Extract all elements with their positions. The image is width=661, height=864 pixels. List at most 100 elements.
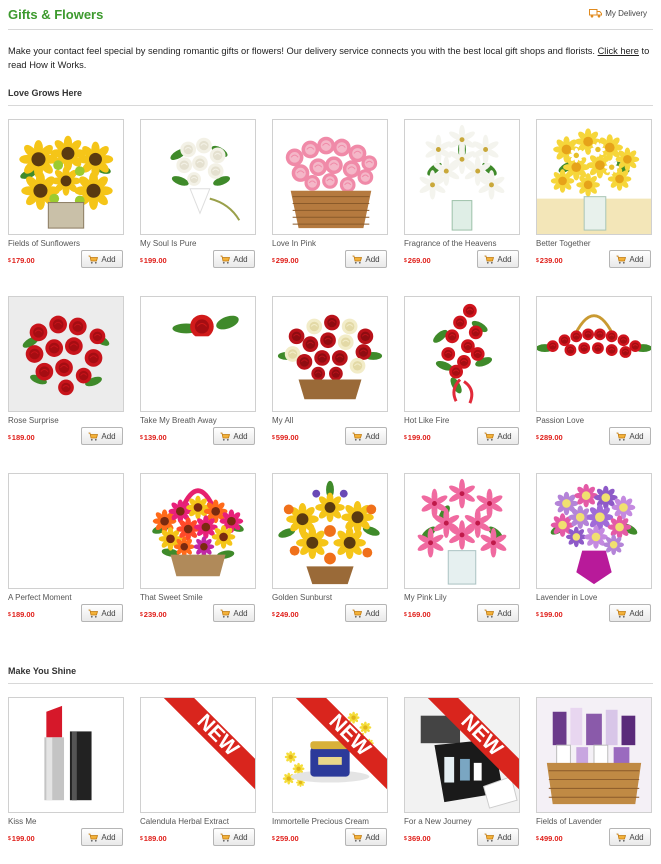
product-price: $269.00 <box>404 256 431 265</box>
product-image[interactable] <box>8 697 124 813</box>
product-name[interactable]: Passion Love <box>536 416 584 425</box>
product-card[interactable]: Fields of Sunflowers $179.00 Add <box>8 119 124 279</box>
red-rose-handle-basket-image <box>537 314 651 411</box>
add-button-label: Add <box>233 832 248 842</box>
product-name[interactable]: Fields of Sunflowers <box>8 239 80 248</box>
add-to-cart-button[interactable]: Add <box>477 250 519 268</box>
product-card[interactable]: NEW Calendula Herbal Extract $189.00 Add <box>140 697 256 857</box>
product-image[interactable]: NEW <box>140 697 256 813</box>
product-image[interactable] <box>140 296 256 412</box>
add-to-cart-button[interactable]: Add <box>81 427 123 445</box>
my-delivery-link[interactable]: My Delivery <box>589 9 647 18</box>
product-image[interactable] <box>536 296 652 412</box>
product-card[interactable]: Kiss Me $199.00 Add <box>8 697 124 857</box>
product-price: $189.00 <box>8 610 35 619</box>
product-image[interactable] <box>272 473 388 589</box>
add-to-cart-button[interactable]: Add <box>609 604 651 622</box>
product-name[interactable]: My All <box>272 416 293 425</box>
product-card[interactable]: Passion Love $289.00 Add <box>536 296 652 456</box>
product-name[interactable]: Love In Pink <box>272 239 316 248</box>
price-amount: 289.00 <box>539 433 563 442</box>
add-button-label: Add <box>101 254 116 264</box>
add-to-cart-button[interactable]: Add <box>213 250 255 268</box>
product-card[interactable]: Rose Surprise $189.00 Add <box>8 296 124 456</box>
add-to-cart-button[interactable]: Add <box>213 427 255 445</box>
white-rose-bouquet-image <box>170 137 241 221</box>
product-name[interactable]: Lavender in Love <box>536 593 597 602</box>
add-to-cart-button[interactable]: Add <box>345 828 387 846</box>
how-it-works-link[interactable]: Click here <box>598 46 639 56</box>
add-to-cart-button[interactable]: Add <box>81 828 123 846</box>
cart-icon <box>220 432 231 441</box>
product-name[interactable]: Calendula Herbal Extract <box>140 817 229 826</box>
product-card[interactable]: My All $599.00 Add <box>272 296 388 456</box>
add-to-cart-button[interactable]: Add <box>477 604 519 622</box>
add-to-cart-button[interactable]: Add <box>345 250 387 268</box>
product-name[interactable]: For a New Journey <box>404 817 472 826</box>
add-to-cart-button[interactable]: Add <box>213 604 255 622</box>
add-to-cart-button[interactable]: Add <box>477 427 519 445</box>
product-card[interactable]: Take My Breath Away $139.00 Add <box>140 296 256 456</box>
product-name[interactable]: That Sweet Smile <box>140 593 203 602</box>
product-image[interactable] <box>8 473 124 589</box>
product-image[interactable] <box>8 119 124 235</box>
product-image[interactable] <box>404 473 520 589</box>
product-card[interactable]: Hot Like Fire $199.00 Add <box>404 296 520 456</box>
add-to-cart-button[interactable]: Add <box>477 828 519 846</box>
product-image[interactable] <box>536 473 652 589</box>
product-image[interactable]: NEW <box>404 697 520 813</box>
product-image[interactable] <box>140 473 256 589</box>
product-image[interactable] <box>536 697 652 813</box>
product-card[interactable]: A Perfect Moment $189.00 Add <box>8 473 124 633</box>
add-button-label: Add <box>233 608 248 618</box>
add-to-cart-button[interactable]: Add <box>345 427 387 445</box>
product-card[interactable]: NEW For a New Journey $369.00 Add <box>404 697 520 857</box>
product-card[interactable]: Fragrance of the Heavens $269.00 Add <box>404 119 520 279</box>
product-name[interactable]: Fragrance of the Heavens <box>404 239 497 248</box>
product-name[interactable]: Better Together <box>536 239 591 248</box>
product-card[interactable]: NEW Immortelle Precious Cream $259.00 Add <box>272 697 388 857</box>
add-to-cart-button[interactable]: Add <box>609 250 651 268</box>
product-image[interactable] <box>140 119 256 235</box>
currency-symbol: $ <box>8 435 11 441</box>
cart-icon <box>616 833 627 842</box>
product-card[interactable]: Better Together $239.00 Add <box>536 119 652 279</box>
product-image[interactable] <box>272 296 388 412</box>
product-card[interactable]: Lavender in Love $199.00 Add <box>536 473 652 633</box>
product-image[interactable] <box>536 119 652 235</box>
product-name[interactable]: My Soul Is Pure <box>140 239 196 248</box>
product-name[interactable]: Take My Breath Away <box>140 416 217 425</box>
add-to-cart-button[interactable]: Add <box>345 604 387 622</box>
product-name[interactable]: Golden Sunburst <box>272 593 332 602</box>
price-amount: 249.00 <box>275 610 299 619</box>
add-to-cart-button[interactable]: Add <box>81 604 123 622</box>
product-card[interactable]: Fields of Lavender $499.00 Add <box>536 697 652 857</box>
product-image[interactable] <box>272 119 388 235</box>
cart-icon <box>88 432 99 441</box>
product-name[interactable]: Immortelle Precious Cream <box>272 817 369 826</box>
add-to-cart-button[interactable]: Add <box>81 250 123 268</box>
add-button-label: Add <box>497 832 512 842</box>
product-name[interactable]: Fields of Lavender <box>536 817 602 826</box>
cart-icon <box>220 833 231 842</box>
product-image[interactable] <box>404 119 520 235</box>
product-card[interactable]: Love In Pink $299.00 Add <box>272 119 388 279</box>
add-to-cart-button[interactable]: Add <box>213 828 255 846</box>
product-image[interactable]: NEW <box>272 697 388 813</box>
cart-icon <box>484 833 495 842</box>
price-amount: 139.00 <box>143 433 167 442</box>
add-to-cart-button[interactable]: Add <box>609 427 651 445</box>
product-name[interactable]: Kiss Me <box>8 817 36 826</box>
product-card[interactable]: That Sweet Smile $239.00 Add <box>140 473 256 633</box>
product-image[interactable] <box>8 296 124 412</box>
product-name[interactable]: Rose Surprise <box>8 416 59 425</box>
add-button-label: Add <box>101 832 116 842</box>
product-card[interactable]: Golden Sunburst $249.00 Add <box>272 473 388 633</box>
add-to-cart-button[interactable]: Add <box>609 828 651 846</box>
product-card[interactable]: My Soul Is Pure $199.00 Add <box>140 119 256 279</box>
product-name[interactable]: A Perfect Moment <box>8 593 72 602</box>
product-name[interactable]: Hot Like Fire <box>404 416 449 425</box>
product-card[interactable]: My Pink Lily $169.00 Add <box>404 473 520 633</box>
product-name[interactable]: My Pink Lily <box>404 593 447 602</box>
product-image[interactable] <box>404 296 520 412</box>
